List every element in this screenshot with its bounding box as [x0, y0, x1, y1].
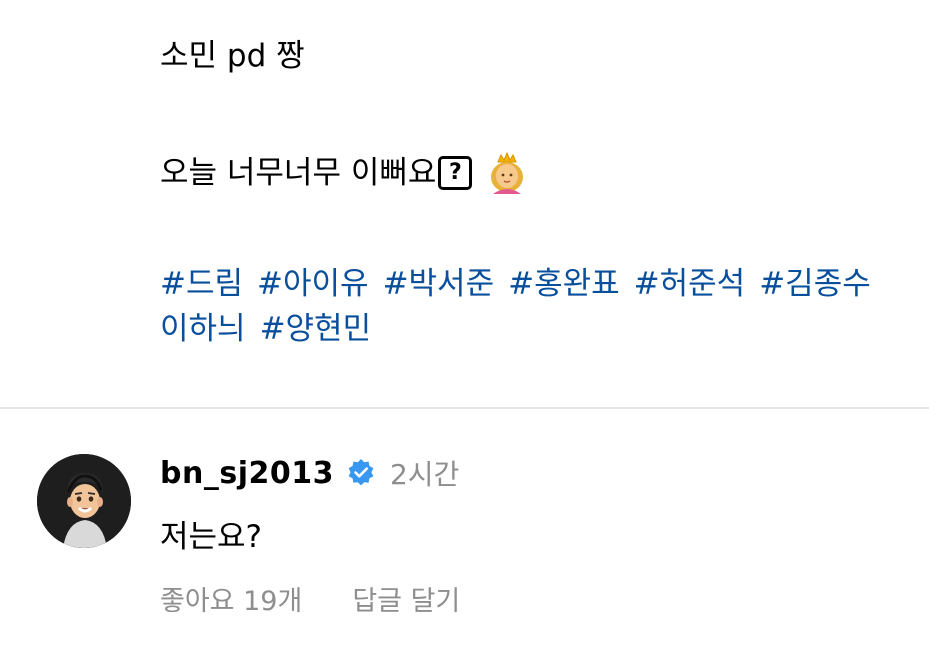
hashtag-row-2: 이하늬 #양현민 — [160, 307, 929, 352]
memoji-avatar-icon — [37, 454, 131, 548]
hashtag-link[interactable]: #양현민 — [260, 311, 372, 347]
caption-line-1: 소민 pd 짱 — [160, 38, 305, 74]
hashtag-link[interactable]: #허준석 — [634, 266, 746, 302]
comment-likes-count[interactable]: 좋아요 19개 — [160, 579, 302, 618]
hashtag-row-1: #드림 #아이유 #박서준 #홍완표 #허준석 #김종수 — [160, 262, 929, 307]
hashtag-link[interactable]: #홍완표 — [508, 266, 620, 302]
comment-header: bn_sj2013 2시간 — [160, 453, 459, 493]
comment-text: 저는요? — [160, 519, 263, 555]
avatar[interactable] — [37, 454, 131, 548]
hashtag-list: #드림 #아이유 #박서준 #홍완표 #허준석 #김종수 이하늬 #양현민 — [160, 262, 929, 352]
comment-actions: 좋아요 19개 답글 달기 — [160, 579, 460, 618]
caption-line-2-text: 오늘 너무너무 이뻐요 — [160, 155, 437, 191]
hashtag-link[interactable]: #김종수 — [759, 266, 871, 302]
post-detail-page: 소민 pd 짱 오늘 너무너무 이뻐요 ? #드림 #아이유 #박서준 #홍완표… — [0, 0, 929, 659]
hashtag-link[interactable]: #드림 — [160, 266, 243, 302]
comment-item: bn_sj2013 2시간 저는요? 좋아요 19개 답글 달기 — [0, 409, 929, 659]
comment-timestamp: 2시간 — [389, 458, 460, 491]
hashtag-link[interactable]: #아이유 — [257, 266, 369, 302]
verified-badge-icon — [346, 458, 376, 488]
caption-line-2: 오늘 너무너무 이뻐요 ? — [160, 151, 528, 194]
hashtag-link[interactable]: 이하늬 — [160, 311, 246, 347]
reply-button[interactable]: 답글 달기 — [352, 579, 460, 618]
unknown-glyph-box: ? — [438, 156, 473, 190]
comment-username[interactable]: bn_sj2013 — [160, 456, 334, 491]
princess-emoji-icon — [486, 151, 528, 194]
hashtag-link[interactable]: #박서준 — [383, 266, 495, 302]
